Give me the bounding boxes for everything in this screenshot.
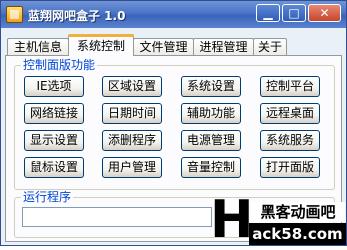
control-panel-group: 控制面版功能 IE选项 区域设置 系统设置 控制平台 网络链接 日期时间 辅助功…	[14, 58, 335, 190]
accessibility-button[interactable]: 辅助功能	[181, 103, 241, 124]
run-program-group-label: 运行程序	[21, 190, 74, 204]
region-settings-button[interactable]: 区域设置	[102, 76, 162, 97]
open-panel-button[interactable]: 打开面版	[260, 157, 320, 178]
volume-control-button[interactable]: 音量控制	[181, 157, 241, 178]
tab-process-management[interactable]: 进程管理	[193, 38, 254, 56]
minimize-button[interactable]: ▁	[256, 4, 280, 22]
app-window: 蓝翔网吧盒子 1.0 ▁ □ ✕ 主机信息 系统控制 文件管理 进程管理 关于 …	[0, 0, 347, 246]
user-management-button[interactable]: 用户管理	[102, 157, 162, 178]
app-icon	[6, 6, 23, 23]
remote-desktop-button[interactable]: 远程桌面	[260, 103, 320, 124]
tab-about[interactable]: 关于	[253, 38, 287, 56]
tab-host-info[interactable]: 主机信息	[7, 38, 69, 56]
window-title: 蓝翔网吧盒子 1.0	[28, 9, 126, 23]
watermark-domain: ack58.com	[249, 223, 346, 245]
ie-options-button[interactable]: IE选项	[24, 76, 84, 97]
network-connections-button[interactable]: 网络链接	[24, 103, 84, 124]
date-time-button[interactable]: 日期时间	[102, 103, 162, 124]
watermark-logo-letter: H	[210, 190, 254, 250]
control-platform-button[interactable]: 控制平台	[260, 76, 320, 97]
control-panel-group-label: 控制面版功能	[21, 58, 98, 72]
tab-system-control[interactable]: 系统控制	[68, 34, 134, 56]
mouse-settings-button[interactable]: 鼠标设置	[24, 157, 84, 178]
maximize-button[interactable]: □	[282, 4, 306, 22]
system-settings-button[interactable]: 系统设置	[181, 76, 241, 97]
close-button[interactable]: ✕	[308, 4, 341, 22]
title-bar[interactable]: 蓝翔网吧盒子 1.0 ▁ □ ✕	[1, 1, 346, 28]
tab-file-management[interactable]: 文件管理	[133, 38, 194, 56]
display-settings-button[interactable]: 显示设置	[24, 130, 84, 151]
watermark-site-name: 黑客动画吧	[251, 202, 345, 222]
power-management-button[interactable]: 电源管理	[181, 130, 241, 151]
add-remove-programs-button[interactable]: 添删程序	[102, 130, 162, 151]
run-program-input[interactable]	[22, 207, 212, 227]
system-services-button[interactable]: 系统服务	[260, 130, 320, 151]
tab-strip: 主机信息 系统控制 文件管理 进程管理 关于	[1, 34, 346, 56]
